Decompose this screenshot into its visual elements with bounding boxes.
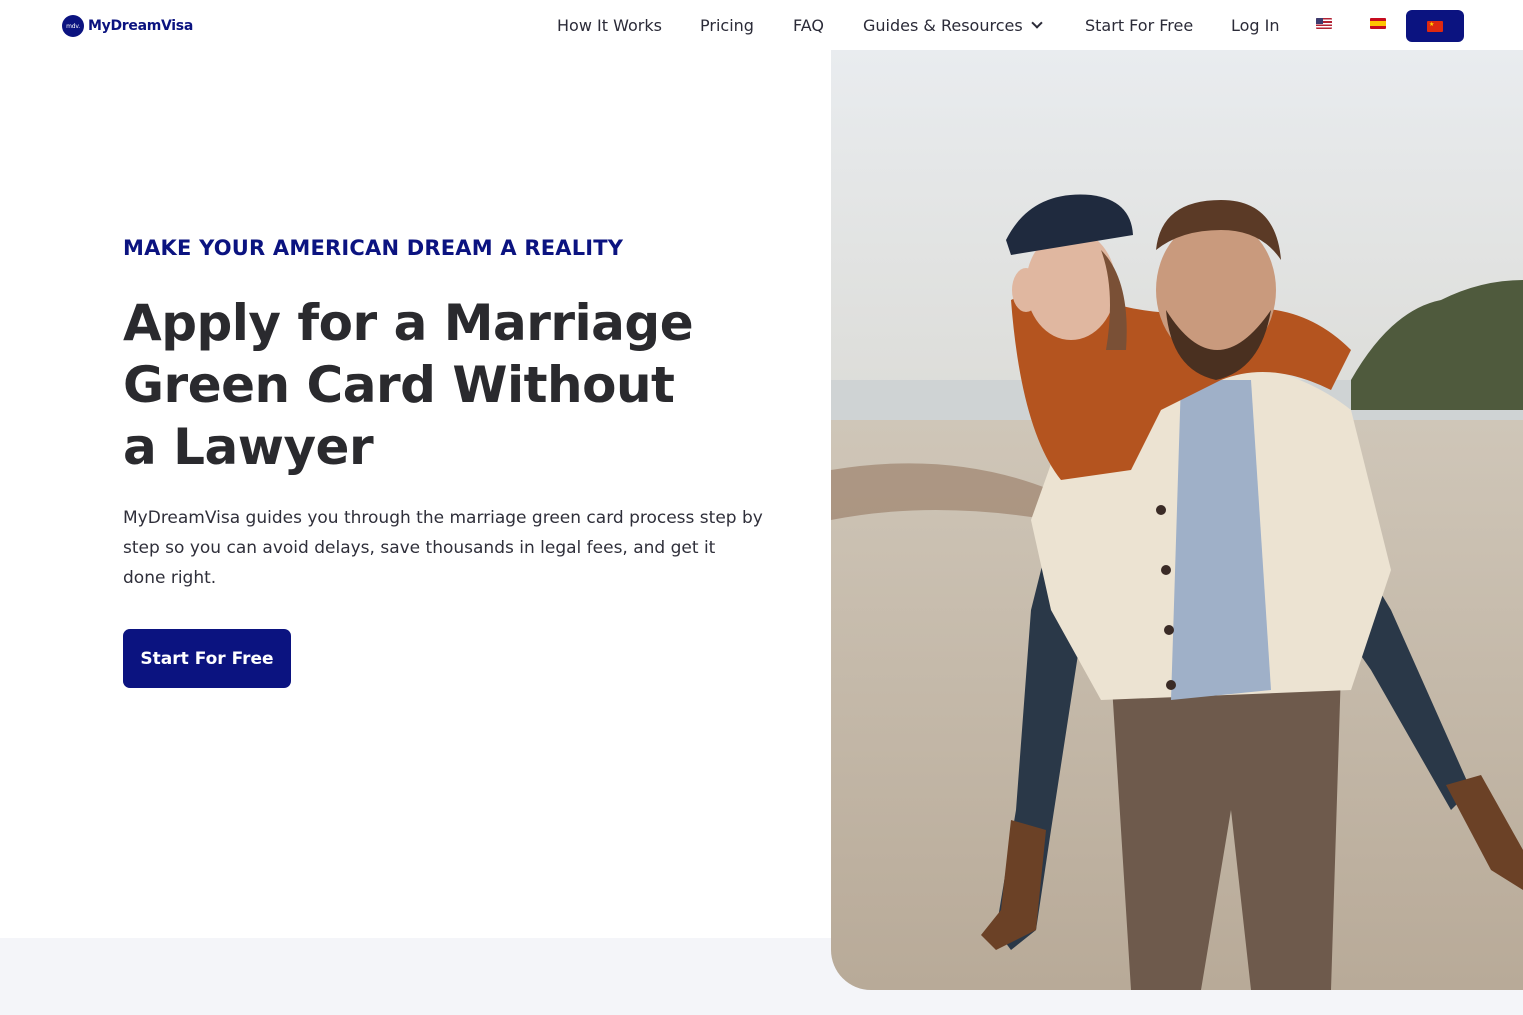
nav-start-for-free[interactable]: Start For Free	[1085, 16, 1193, 35]
china-flag-icon: ★	[1427, 21, 1443, 32]
brand-name: MyDreamVisa	[88, 18, 193, 34]
start-for-free-button[interactable]: Start For Free	[123, 629, 291, 688]
hero-eyebrow: MAKE YOUR AMERICAN DREAM A REALITY	[123, 236, 624, 260]
brand-logo[interactable]: mdv. MyDreamVisa	[62, 15, 193, 37]
nav-faq[interactable]: FAQ	[793, 16, 824, 35]
logo-mark-icon: mdv.	[62, 15, 84, 37]
nav-guides-dropdown[interactable]: Guides & Resources	[863, 16, 1043, 35]
nav-guides-label: Guides & Resources	[863, 16, 1023, 35]
us-flag-canton	[1316, 18, 1323, 24]
nav-how-it-works[interactable]: How It Works	[557, 16, 662, 35]
spain-flag-icon[interactable]	[1370, 18, 1386, 29]
flag-star-icon: ★	[1429, 22, 1435, 28]
us-flag-icon[interactable]	[1316, 18, 1332, 29]
top-navigation: mdv. MyDreamVisa How It Works Pricing FA…	[0, 0, 1523, 52]
nav-log-in[interactable]: Log In	[1231, 16, 1280, 35]
hero-headline: Apply for a Marriage Green Card Without …	[123, 294, 694, 476]
chevron-down-icon	[1031, 17, 1043, 29]
couple-on-beach-photo	[831, 50, 1523, 990]
nav-pricing[interactable]: Pricing	[700, 16, 754, 35]
hero-subcopy: MyDreamVisa guides you through the marri…	[123, 508, 763, 588]
language-selected-button[interactable]: ★	[1406, 10, 1464, 42]
